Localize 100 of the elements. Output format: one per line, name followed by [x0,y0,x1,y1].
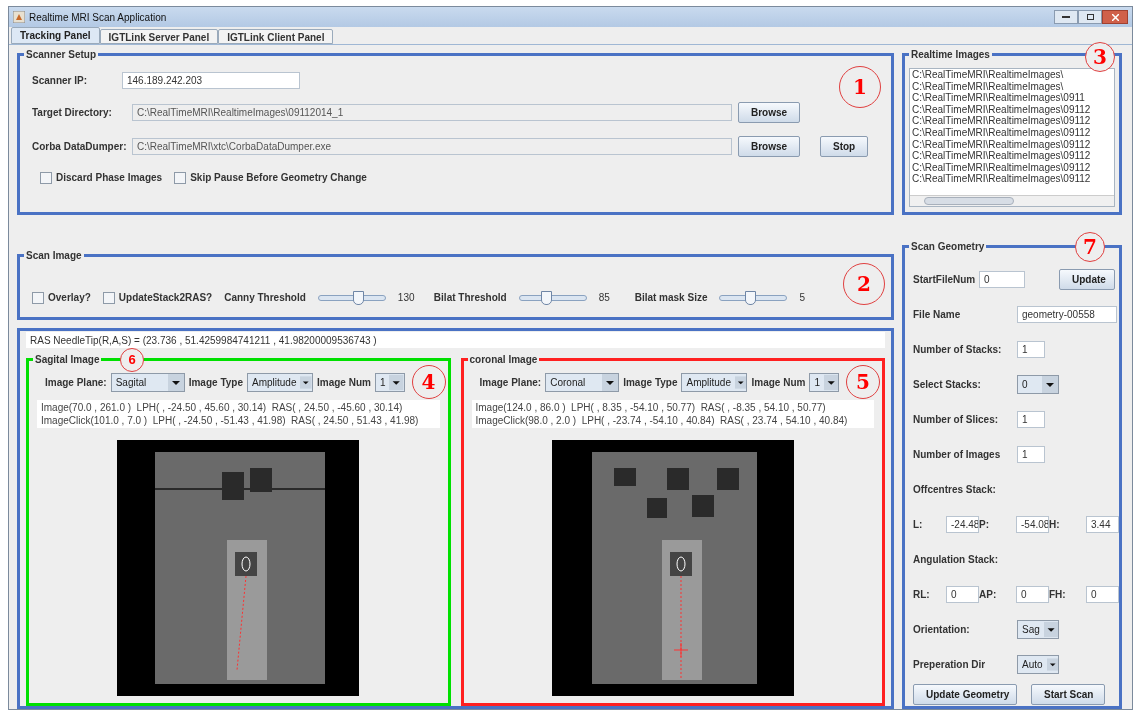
panel-title: Realtime Images [909,47,992,62]
callout-number: 6 [120,348,144,372]
maximize-icon [1086,14,1094,20]
dropdown[interactable]: 0 [1017,375,1059,394]
dropdown[interactable]: Sag [1017,620,1059,639]
slider-value: 130 [397,291,416,305]
field-label: Canny Threshold [224,291,306,305]
slider-thumb[interactable] [745,290,757,305]
text-field[interactable]: 1 [1017,446,1045,463]
slider-thumb[interactable] [541,290,553,305]
list-item[interactable]: C:\RealTimeMRI\RealtimeImages\ [912,80,1114,93]
field-label: Scanner IP: [32,74,89,88]
field-label: Number of Slices: [913,413,1000,427]
text-field[interactable]: geometry-00558 [1017,306,1117,323]
panel-title: Sagital Image [33,352,102,367]
dropdown[interactable]: Auto [1017,655,1059,674]
checkbox[interactable] [102,291,115,304]
checkbox[interactable] [32,291,44,304]
dropdown[interactable]: Sagital [110,373,185,392]
checkbox[interactable] [174,171,187,184]
tab[interactable]: IGTLink Client Panel [218,29,334,44]
field-label: Select Stacks: [913,378,982,392]
field-label: Number of Images [913,448,1002,462]
text-field[interactable]: 0 [979,271,1025,288]
field-label: Angulation Stack: [913,553,998,567]
caret-icon [602,374,619,391]
caret-icon [734,374,747,391]
maximize-button[interactable] [1078,10,1102,24]
app-icon [13,11,25,23]
list-item[interactable]: C:\RealTimeMRI\RealtimeImages\09112 [912,161,1114,174]
callout-number: 4 [411,365,446,399]
caret-icon [167,374,184,391]
panel-title: Scan Image [24,248,84,263]
checkbox[interactable] [40,171,52,184]
push-button[interactable]: Browse [738,136,800,157]
list-item[interactable]: C:\RealTimeMRI\RealtimeImages\ [912,69,1114,81]
caret-icon [389,374,404,391]
callout-number: 2 [843,263,885,305]
minimize-button[interactable] [1054,10,1078,24]
callout-number: 5 [846,365,880,399]
caret-icon [1042,376,1058,393]
list-item[interactable]: C:\RealTimeMRI\RealtimeImages\09112 [912,115,1114,127]
field-label: Image Type [623,376,678,390]
text-field[interactable]: 3.44 [1086,516,1119,533]
checkbox-label: Discard Phase Images [56,171,163,185]
push-button[interactable]: Browse [738,102,800,123]
text-field[interactable]: 0 [946,586,979,603]
dropdown[interactable]: Amplitude [247,373,313,392]
slider-thumb[interactable] [353,290,365,305]
caret-icon [823,374,839,391]
field-label: Image Plane: [45,376,107,390]
field-label: Preperation Dir [913,658,987,672]
text-field[interactable]: C:\RealTimeMRI\xtc\CorbaDataDumper.exe [132,138,732,155]
caret-icon [1046,656,1058,673]
panel-title: Scan Geometry [909,239,987,254]
tab[interactable]: Tracking Panel [11,27,100,44]
list-item[interactable]: C:\RealTimeMRI\RealtimeImages\0911 [912,92,1114,104]
text-field[interactable]: C:\RealTimeMRI\RealtimeImages\09112014_1 [132,104,732,121]
dropdown[interactable]: 1 [374,373,405,392]
needle-tip-readout: RAS NeedleTip(R,A,S) = (23.736 , 51.4259984741211 , 41.98200009536743 ) [26,332,885,348]
caret-icon [1043,621,1058,638]
list-item[interactable]: C:\RealTimeMRI\RealtimeImages\09112 [912,150,1114,162]
checkbox-label: Skip Pause Before Geometry Change [190,171,367,185]
push-button[interactable]: Update [1059,269,1115,290]
push-button[interactable]: Start Scan [1031,684,1105,705]
close-button[interactable] [1102,10,1128,24]
list-item[interactable]: C:\RealTimeMRI\RealtimeImages\09112 [912,138,1114,151]
field-label: StartFileNum [913,273,973,287]
slider-value: 5 [799,291,807,305]
callout-number: 7 [1075,232,1105,262]
dropdown[interactable]: Amplitude [681,373,748,392]
push-button[interactable]: Update Geometry [913,684,1017,705]
tab[interactable]: IGTLink Server Panel [99,29,219,44]
dropdown[interactable]: 1 [809,373,840,392]
field-label: P: [979,518,990,532]
coordinate-readout: ImageClick(101.0 , 7.0 ) LPH( , -24.50 , -51.43 , 41.98) RAS( , 24.50 , 51.43 , 41.98) [41,414,420,427]
field-label: AP: [979,588,998,602]
field-label: Number of Stacks: [913,343,1003,357]
field-label: Bilat Threshold [433,291,507,305]
list-item[interactable]: C:\RealTimeMRI\RealtimeImages\09112 [912,126,1114,139]
text-field[interactable]: 1 [1017,411,1045,428]
field-label: Orientation: [913,623,971,637]
field-label: Bilat mask Size [634,291,708,305]
text-field[interactable]: 146.189.242.203 [122,72,300,89]
coordinate-readout: ImageClick(98.0 , 2.0 ) LPH( , -23.74 , -54.10 , 40.84) RAS( , 23.74 , 54.10 , 40.84) [475,414,849,427]
push-button[interactable]: Stop [820,136,868,157]
text-field[interactable]: 1 [1017,341,1045,358]
dropdown[interactable]: Coronal [545,373,620,392]
text-field[interactable]: 0 [1086,586,1119,603]
caret-icon [300,374,312,391]
horizontal-scrollbar[interactable] [910,195,1114,206]
field-label: Image Type [188,376,243,390]
field-label: L: [913,518,924,532]
field-label: RL: [913,588,931,602]
list-item[interactable]: C:\RealTimeMRI\RealtimeImages\09112 [912,173,1114,185]
field-label: Image Num [751,376,806,390]
text-field[interactable]: 0 [1016,586,1049,603]
slider-value: 85 [598,291,611,305]
list-item[interactable]: C:\RealTimeMRI\RealtimeImages\09112 [912,103,1114,116]
panel-title: Scanner Setup [24,47,99,62]
